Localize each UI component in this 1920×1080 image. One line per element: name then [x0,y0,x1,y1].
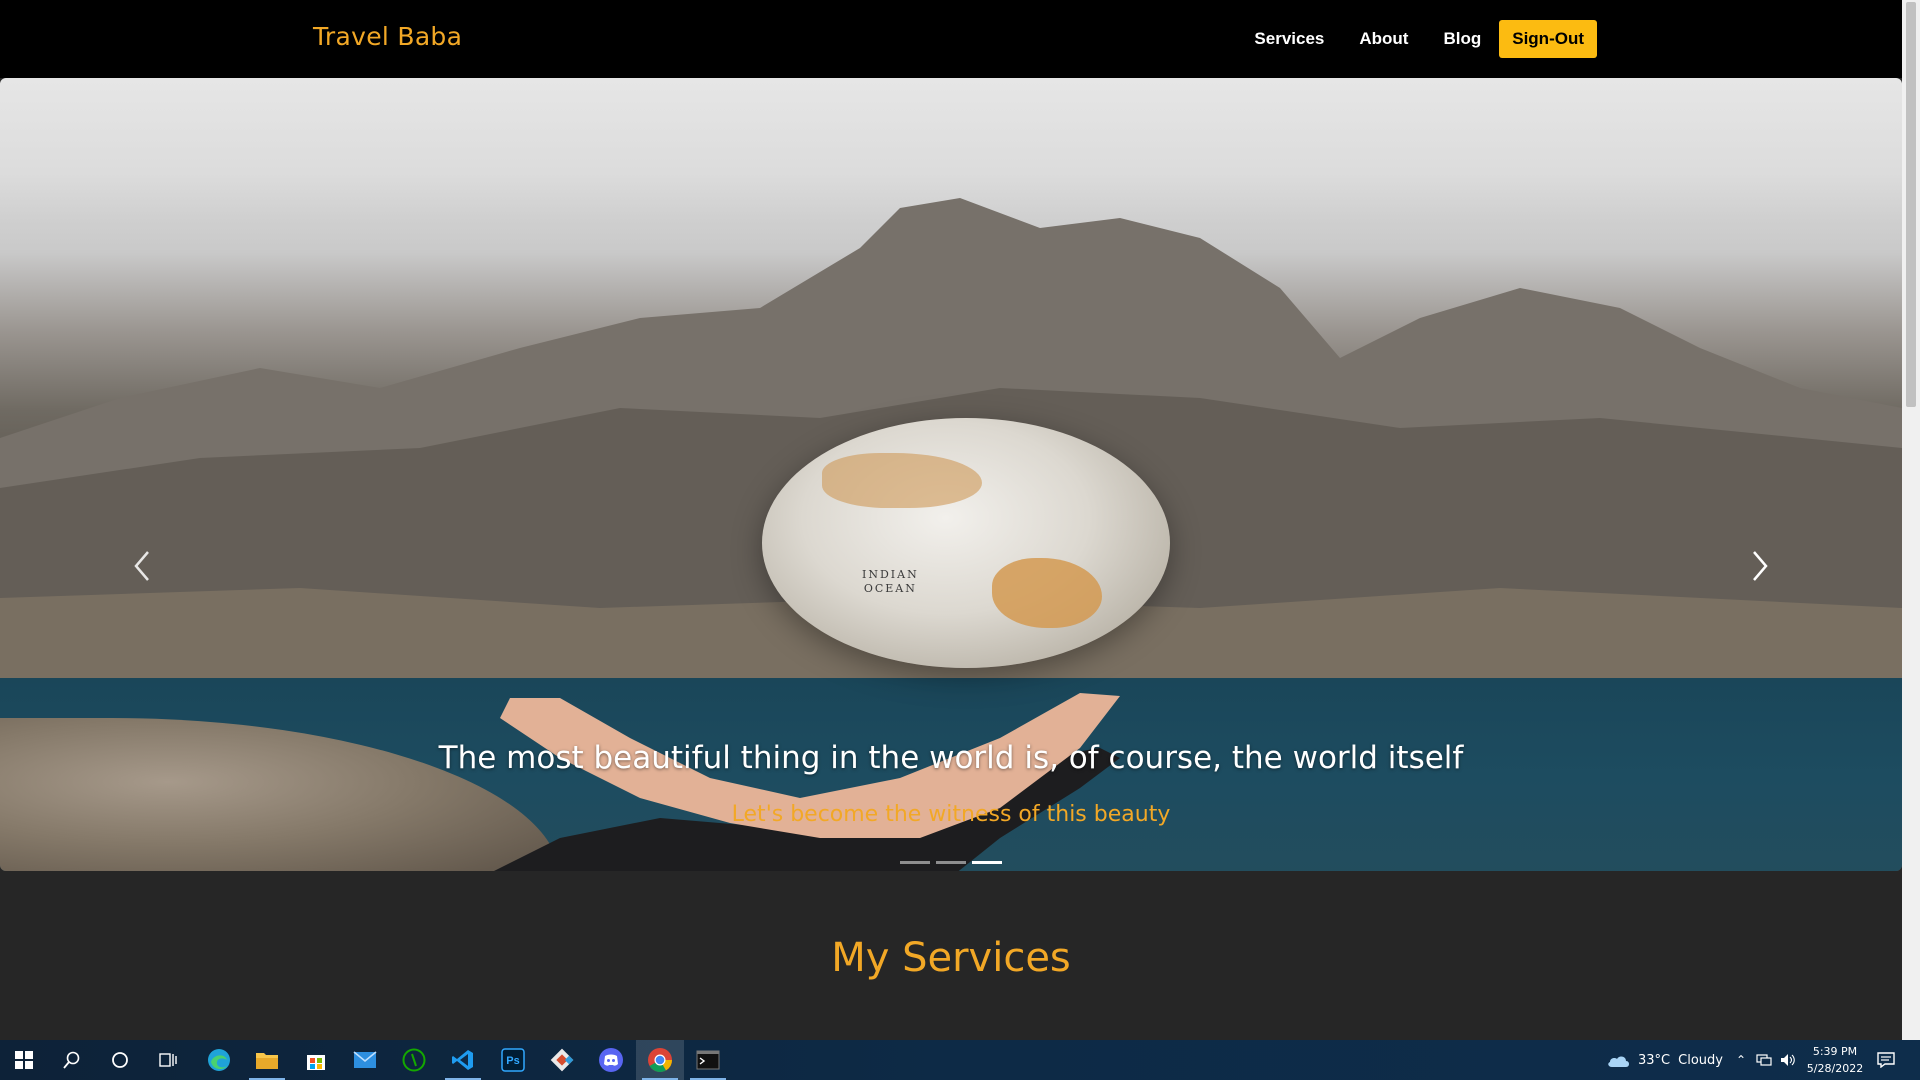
carousel-caption-title: The most beautiful thing in the world is… [438,740,1464,776]
nav-link-about[interactable]: About [1359,29,1408,49]
discord-icon[interactable] [587,1040,635,1080]
weather-widget[interactable]: 33°C Cloudy [1606,1040,1723,1080]
weather-description: Cloudy [1678,1052,1723,1068]
photoshop-icon[interactable]: Ps [489,1040,537,1080]
carousel-indicators [900,861,1002,864]
services-heading: My Services [831,935,1071,981]
carousel-indicator-3[interactable] [972,861,1002,864]
system-tray: ⌃ [1736,1040,1796,1080]
git-icon[interactable] [538,1040,586,1080]
nav-links: Services About Blog Sign-Out [1254,20,1597,58]
weather-temperature: 33°C [1638,1052,1671,1068]
brand-logo[interactable]: Travel Baba [313,22,462,51]
clock-date: 5/28/2022 [1806,1062,1864,1075]
upwork-icon[interactable] [390,1040,438,1080]
sign-out-button[interactable]: Sign-Out [1499,20,1597,58]
navbar: Travel Baba Services About Blog Sign-Out [0,0,1902,78]
nav-link-blog[interactable]: Blog [1443,29,1481,49]
page-scrollbar[interactable] [1902,0,1920,1040]
task-view-icon[interactable] [144,1040,192,1080]
terminal-icon[interactable] [684,1040,732,1080]
globe-image: INDIAN OCEAN [762,418,1170,668]
browser-page: Travel Baba Services About Blog Sign-Out… [0,0,1902,1040]
mail-icon[interactable] [341,1040,389,1080]
hero-carousel: INDIAN OCEAN The most beautiful thing in… [0,78,1902,871]
edge-icon[interactable] [195,1040,243,1080]
vscode-icon[interactable] [439,1040,487,1080]
nav-link-services[interactable]: Services [1254,29,1324,49]
globe-ocean-label: INDIAN OCEAN [862,568,919,596]
cloud-icon [1608,1056,1629,1067]
volume-icon[interactable] [1780,1053,1796,1067]
globe-asia-landmass [822,453,982,508]
notification-center-icon[interactable] [1862,1040,1910,1080]
hand-image [494,693,1120,871]
carousel-indicator-2[interactable] [936,861,966,864]
chevron-right-icon [1753,551,1768,581]
chevron-up-icon[interactable]: ⌃ [1736,1053,1746,1067]
windows-taskbar: Ps 33°C Cloudy ⌃ 5:39 PM 5/28/2022 [0,1040,1920,1080]
carousel-next-button[interactable] [1744,546,1774,586]
chrome-icon[interactable] [636,1040,684,1080]
search-icon[interactable] [48,1040,96,1080]
chevron-left-icon [134,551,149,581]
clock-time: 5:39 PM [1812,1045,1858,1058]
file-explorer-icon[interactable] [243,1040,291,1080]
taskbar-clock[interactable]: 5:39 PM 5/28/2022 [1800,1043,1870,1077]
scrollbar-thumb[interactable] [1906,2,1916,407]
store-icon[interactable] [292,1040,340,1080]
carousel-indicator-1[interactable] [900,861,930,864]
network-icon[interactable] [1756,1053,1772,1067]
globe-australia-landmass [992,558,1102,628]
cortana-icon[interactable] [96,1040,144,1080]
carousel-caption-subtitle: Let's become the witness of this beauty [731,802,1171,827]
svg-text:Ps: Ps [506,1055,519,1067]
carousel-prev-button[interactable] [128,546,158,586]
globe-label-line2: OCEAN [863,582,917,595]
globe-label-line1: INDIAN [862,568,919,581]
windows-start-icon[interactable] [0,1040,48,1080]
